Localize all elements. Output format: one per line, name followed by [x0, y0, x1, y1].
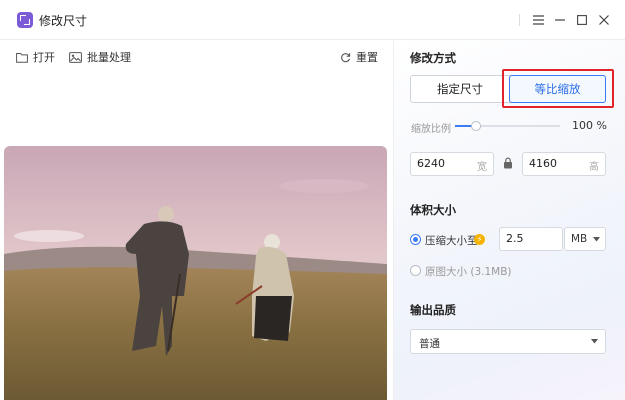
window-title: 修改尺寸	[39, 14, 88, 28]
width-input[interactable]	[417, 157, 477, 170]
resize-mode-title: 修改方式	[410, 51, 456, 65]
batch-process-button[interactable]: 批量处理	[69, 49, 131, 65]
image-icon	[69, 51, 82, 63]
batch-process-label: 批量处理	[87, 51, 131, 64]
maximize-icon[interactable]	[573, 10, 591, 30]
file-size-title: 体积大小	[410, 203, 456, 217]
lock-icon[interactable]	[503, 157, 513, 172]
specify-size-tab[interactable]: 指定尺寸	[411, 76, 509, 102]
output-quality-title: 输出品质	[410, 303, 456, 317]
scale-label: 缩放比例	[411, 124, 451, 135]
lightning-icon: ⚡	[474, 234, 485, 245]
size-unit-select[interactable]: MB	[564, 227, 606, 251]
scale-slider-thumb[interactable]	[471, 121, 481, 131]
original-size-radio[interactable]	[410, 265, 421, 276]
original-size-text: 原图大小	[425, 266, 467, 278]
close-icon[interactable]	[595, 10, 613, 30]
chevron-down-icon	[593, 237, 600, 242]
app-resize-icon	[17, 12, 33, 28]
height-input[interactable]	[529, 157, 589, 170]
open-button[interactable]: 打开	[16, 49, 55, 65]
original-size-value: (3.1MB)	[470, 266, 512, 278]
folder-icon	[16, 52, 28, 63]
menu-icon[interactable]	[529, 10, 547, 30]
size-unit-value: MB	[571, 233, 588, 245]
reset-label: 重置	[356, 51, 378, 64]
title-bar: 修改尺寸	[0, 0, 625, 40]
quality-select[interactable]: 普通	[410, 329, 606, 354]
compress-size-field[interactable]	[499, 227, 563, 251]
compress-label[interactable]: 压缩大小至	[425, 233, 478, 248]
height-field[interactable]: 高	[522, 152, 606, 176]
reset-button[interactable]: 重置	[340, 49, 378, 65]
scale-slider[interactable]	[455, 121, 560, 131]
refresh-icon	[341, 52, 351, 62]
chevron-down-icon	[591, 339, 598, 344]
highlight-annotation	[502, 69, 614, 108]
preview-image	[4, 146, 387, 400]
open-label: 打开	[33, 51, 55, 64]
compress-size-input[interactable]	[506, 232, 556, 245]
quality-value: 普通	[419, 338, 440, 350]
compress-radio[interactable]	[410, 234, 421, 245]
width-unit: 宽	[477, 162, 487, 173]
original-size-label[interactable]: 原图大小 (3.1MB)	[425, 264, 512, 279]
titlebar-divider	[519, 14, 520, 26]
scale-value: 100 %	[572, 119, 607, 132]
settings-panel: 修改方式 指定尺寸 等比缩放 缩放比例 100 % 宽 高 体积大小 压缩大小至…	[393, 40, 625, 400]
width-field[interactable]: 宽	[410, 152, 494, 176]
minimize-icon[interactable]	[551, 10, 569, 30]
height-unit: 高	[589, 162, 599, 173]
